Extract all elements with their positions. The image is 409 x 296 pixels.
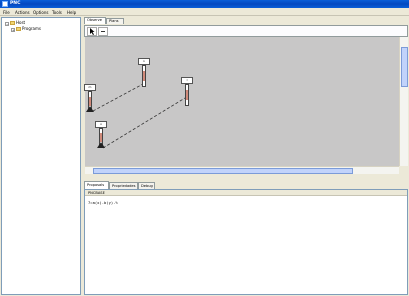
node-stem — [142, 65, 146, 87]
tree-item-label: Programs — [22, 26, 41, 31]
pointer-icon — [90, 28, 95, 35]
triangle-marker-icon — [97, 142, 105, 148]
canvas-vertical-scrollbar[interactable] — [399, 37, 408, 166]
editor-toolbar — [84, 25, 408, 37]
diagram-canvas[interactable] — [85, 37, 399, 166]
window-title: PNC — [10, 1, 21, 6]
scroll-thumb[interactable] — [401, 47, 408, 87]
menu-file[interactable]: File — [3, 10, 10, 15]
node-stem — [185, 84, 189, 106]
tab-propriedades[interactable]: Propriedades — [109, 182, 138, 189]
tree-item-label: Host — [16, 20, 26, 25]
proposal-text[interactable]: 7=a(x).b(y).% — [88, 200, 118, 205]
project-tree[interactable]: − Host + Programs — [1, 17, 81, 295]
menu-help[interactable]: Help — [67, 10, 76, 15]
node-box: n — [138, 58, 150, 65]
menu-actions[interactable]: Actions — [15, 10, 30, 15]
menu-tools[interactable]: Tools — [52, 10, 62, 15]
tab-debug[interactable]: Debug — [138, 182, 155, 189]
line-icon — [101, 31, 105, 32]
tab-plans[interactable]: Plans — [106, 18, 124, 24]
menu-bar: File Actions Options Tools Help — [0, 8, 409, 16]
scroll-thumb[interactable] — [93, 168, 353, 174]
panel-header: PNCBASE — [85, 190, 407, 196]
node-box: o — [95, 121, 107, 128]
folder-icon — [16, 27, 21, 31]
node-box: l — [181, 77, 193, 84]
tab-observe[interactable]: Observe — [84, 17, 106, 24]
pointer-tool-button[interactable] — [87, 27, 97, 36]
node-box: m — [84, 84, 96, 91]
canvas-horizontal-scrollbar[interactable] — [85, 166, 399, 174]
menu-options[interactable]: Options — [33, 10, 48, 15]
bottom-tabs: Proposals Propriedades Debug — [84, 181, 409, 189]
line-tool-button[interactable] — [98, 27, 108, 36]
proposals-panel: PNCBASE 7=a(x).b(y).% — [84, 189, 408, 295]
app-icon — [2, 1, 8, 7]
tree-item-programs[interactable]: + Programs — [11, 26, 41, 32]
expand-icon[interactable]: + — [11, 28, 15, 32]
tab-proposals[interactable]: Proposals — [84, 181, 109, 189]
title-bar: PNC — [0, 0, 409, 8]
triangle-marker-icon — [86, 106, 94, 112]
collapse-icon[interactable]: − — [5, 22, 9, 26]
folder-icon — [10, 21, 15, 25]
